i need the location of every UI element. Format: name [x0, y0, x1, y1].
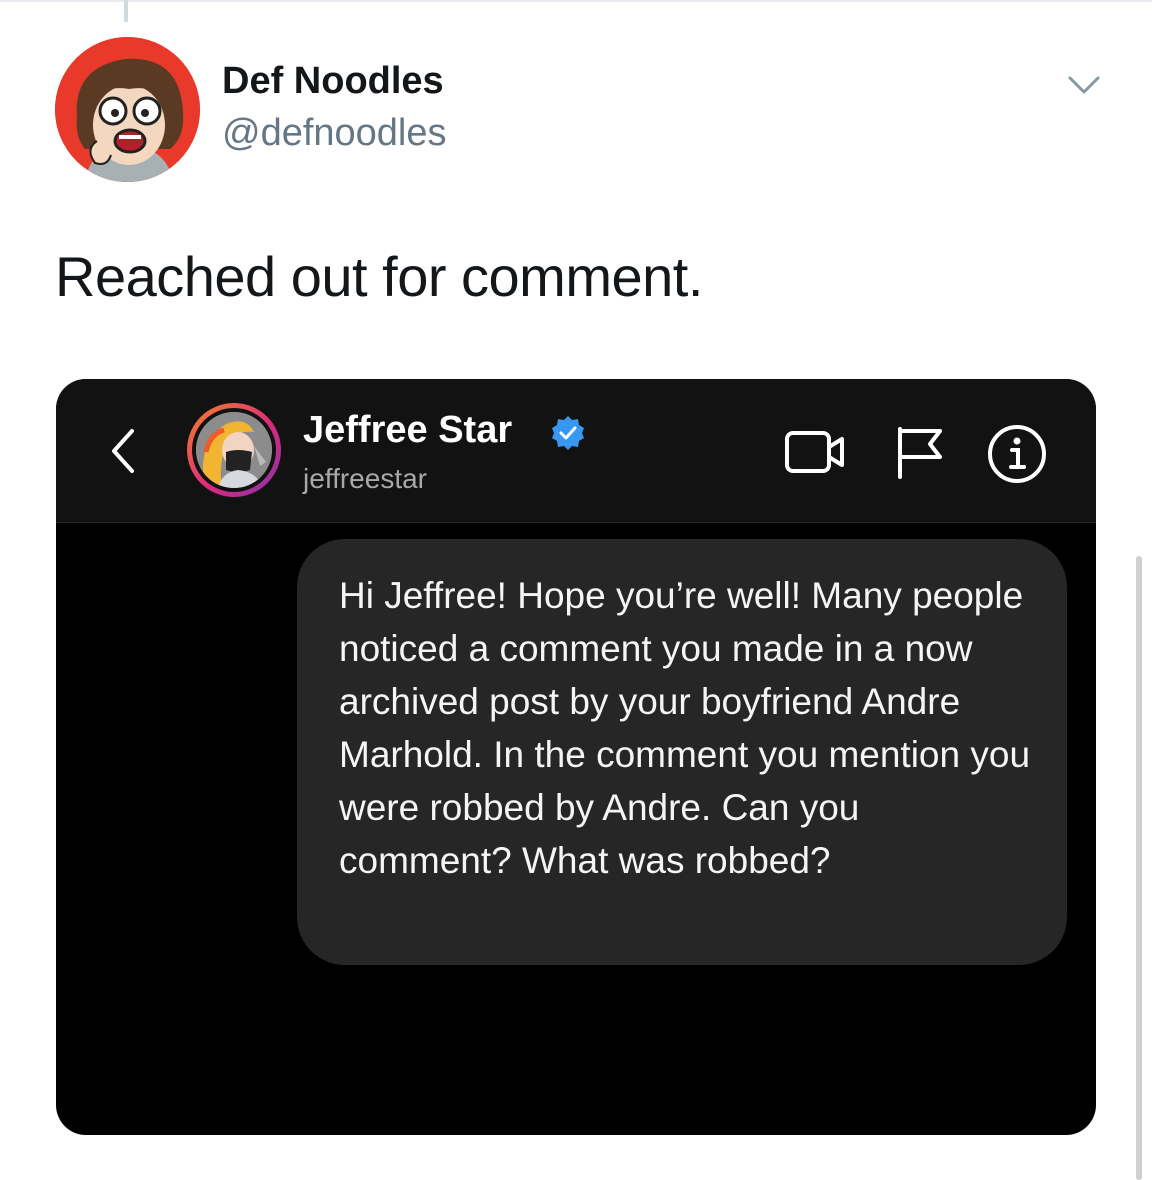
video-call-icon — [784, 427, 848, 477]
dm-screenshot-image[interactable]: Jeffree Star jeffreestar Hi Jeffree! Hop… — [56, 379, 1096, 1135]
avatar[interactable] — [55, 37, 200, 182]
verified-badge-icon — [550, 415, 586, 451]
chevron-left-icon — [104, 425, 144, 477]
top-divider — [0, 0, 1152, 2]
dm-header: Jeffree Star jeffreestar — [56, 379, 1096, 523]
message-bubble: Hi Jeffree! Hope you’re well! Many peopl… — [297, 539, 1067, 965]
cartoon-avatar-image — [55, 37, 200, 182]
contact-photo — [196, 412, 272, 488]
author-handle[interactable]: @defnoodles — [222, 112, 447, 155]
author-display-name[interactable]: Def Noodles — [222, 60, 444, 103]
message-text: Hi Jeffree! Hope you’re well! Many peopl… — [339, 575, 1031, 881]
scrollbar[interactable] — [1136, 556, 1142, 1180]
flag-icon — [894, 425, 946, 479]
thread-connector-line — [124, 0, 128, 22]
contact-avatar — [187, 403, 281, 497]
chevron-down-icon[interactable] — [1064, 70, 1104, 100]
tweet-text: Reached out for comment. — [55, 245, 703, 308]
contact-username: jeffreestar — [303, 463, 427, 494]
contact-name: Jeffree Star — [303, 409, 513, 451]
info-icon — [986, 423, 1048, 485]
